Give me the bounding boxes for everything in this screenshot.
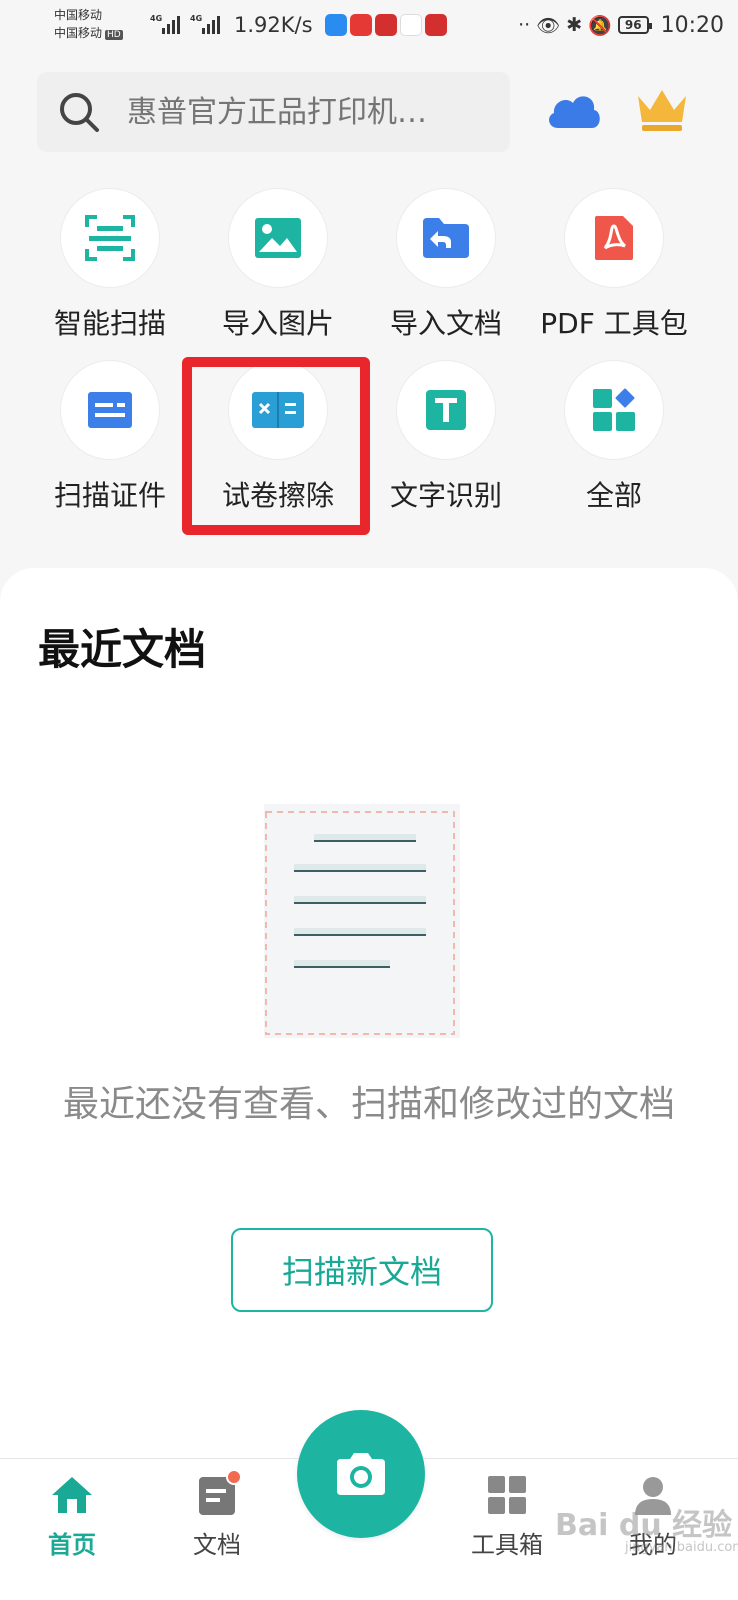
notification-app-icon bbox=[349, 14, 372, 36]
nav-label: 工具箱 bbox=[471, 1531, 543, 1559]
nav-toolbox[interactable]: 工具箱 bbox=[452, 1473, 562, 1560]
camera-button[interactable] bbox=[297, 1410, 425, 1538]
empty-state-text: 最近还没有查看、扫描和修改过的文档 bbox=[62, 1084, 675, 1125]
notification-app-icon bbox=[424, 14, 447, 36]
signal-indicators: 4G 4G bbox=[150, 14, 220, 34]
status-bar: 中国移动 中国移动 HD 4G 4G 1.92K/s ·· 👁 ✱ 🔕 96 10… bbox=[0, 0, 738, 50]
smart-scan-icon bbox=[85, 215, 135, 261]
recent-documents-panel: 最近文档 最近还没有查看、扫描和修改过的文档 扫描新文档 bbox=[0, 568, 738, 1468]
battery-icon: 96 bbox=[617, 16, 652, 34]
nav-label: 我的 bbox=[629, 1531, 677, 1559]
notification-badge bbox=[226, 1469, 242, 1485]
tool-all[interactable]: 全部 bbox=[539, 360, 689, 514]
notification-app-icon bbox=[399, 14, 422, 36]
section-title: 最近文档 bbox=[38, 625, 207, 674]
nav-label: 首页 bbox=[48, 1531, 96, 1559]
home-icon bbox=[52, 1477, 92, 1513]
import-image-icon bbox=[255, 218, 301, 258]
carrier-2: 中国移动 HD bbox=[54, 26, 123, 40]
crown-icon[interactable] bbox=[634, 82, 690, 136]
tool-label: PDF 工具包 bbox=[540, 307, 688, 340]
cloud-icon[interactable] bbox=[544, 86, 604, 136]
carrier-1: 中国移动 bbox=[54, 8, 103, 22]
nav-documents[interactable]: 文档 bbox=[162, 1469, 272, 1560]
nav-label: 文档 bbox=[193, 1531, 241, 1559]
tool-import-image[interactable]: 导入图片 bbox=[203, 188, 353, 342]
tool-label: 扫描证件 bbox=[53, 479, 166, 512]
more-icon: ·· bbox=[518, 14, 531, 36]
scan-new-document-button[interactable]: 扫描新文档 bbox=[231, 1228, 493, 1312]
mute-icon: 🔕 bbox=[588, 14, 612, 37]
tool-label: 导入图片 bbox=[221, 307, 334, 340]
signal-icon: 4G bbox=[150, 14, 180, 34]
search-icon bbox=[60, 93, 99, 132]
import-document-icon bbox=[423, 218, 469, 258]
carrier-info: 中国移动 中国移动 HD bbox=[54, 6, 146, 44]
clock: 10:20 bbox=[660, 12, 724, 38]
signal-icon: 4G bbox=[190, 14, 220, 34]
notification-icons bbox=[324, 14, 447, 36]
tool-label: 全部 bbox=[585, 479, 642, 512]
id-card-scan-icon bbox=[88, 392, 132, 428]
notification-app-icon bbox=[324, 14, 347, 36]
all-tools-icon bbox=[593, 388, 635, 431]
camera-icon bbox=[337, 1453, 385, 1495]
tool-pdf-toolkit[interactable]: PDF 工具包 bbox=[539, 188, 689, 342]
nav-home[interactable]: 首页 bbox=[17, 1473, 127, 1560]
status-right: ·· 👁 ✱ 🔕 96 10:20 bbox=[518, 13, 724, 38]
profile-icon bbox=[635, 1477, 671, 1515]
toolbox-icon bbox=[488, 1476, 526, 1514]
eye-icon: 👁 bbox=[536, 14, 561, 37]
tool-import-document[interactable]: 导入文档 bbox=[371, 188, 521, 342]
net-speed: 1.92K/s bbox=[234, 13, 313, 37]
hd-badge: HD bbox=[105, 30, 123, 40]
tool-label: 文字识别 bbox=[389, 479, 502, 512]
search-input[interactable] bbox=[127, 94, 497, 130]
notification-app-icon bbox=[374, 14, 397, 36]
tool-label: 智能扫描 bbox=[53, 307, 166, 340]
tool-label: 导入文档 bbox=[389, 307, 502, 340]
tool-smart-scan[interactable]: 智能扫描 bbox=[35, 188, 185, 342]
pdf-toolkit-icon bbox=[595, 216, 633, 260]
empty-document-icon bbox=[264, 804, 460, 1038]
nav-profile[interactable]: 我的 bbox=[598, 1473, 708, 1560]
bluetooth-icon: ✱ bbox=[566, 14, 583, 36]
search-bar[interactable] bbox=[37, 72, 510, 152]
highlight-box bbox=[182, 357, 370, 535]
tool-text-recognition[interactable]: 文字识别 bbox=[371, 360, 521, 514]
tool-id-card-scan[interactable]: 扫描证件 bbox=[35, 360, 185, 514]
text-recognition-icon bbox=[426, 390, 466, 430]
